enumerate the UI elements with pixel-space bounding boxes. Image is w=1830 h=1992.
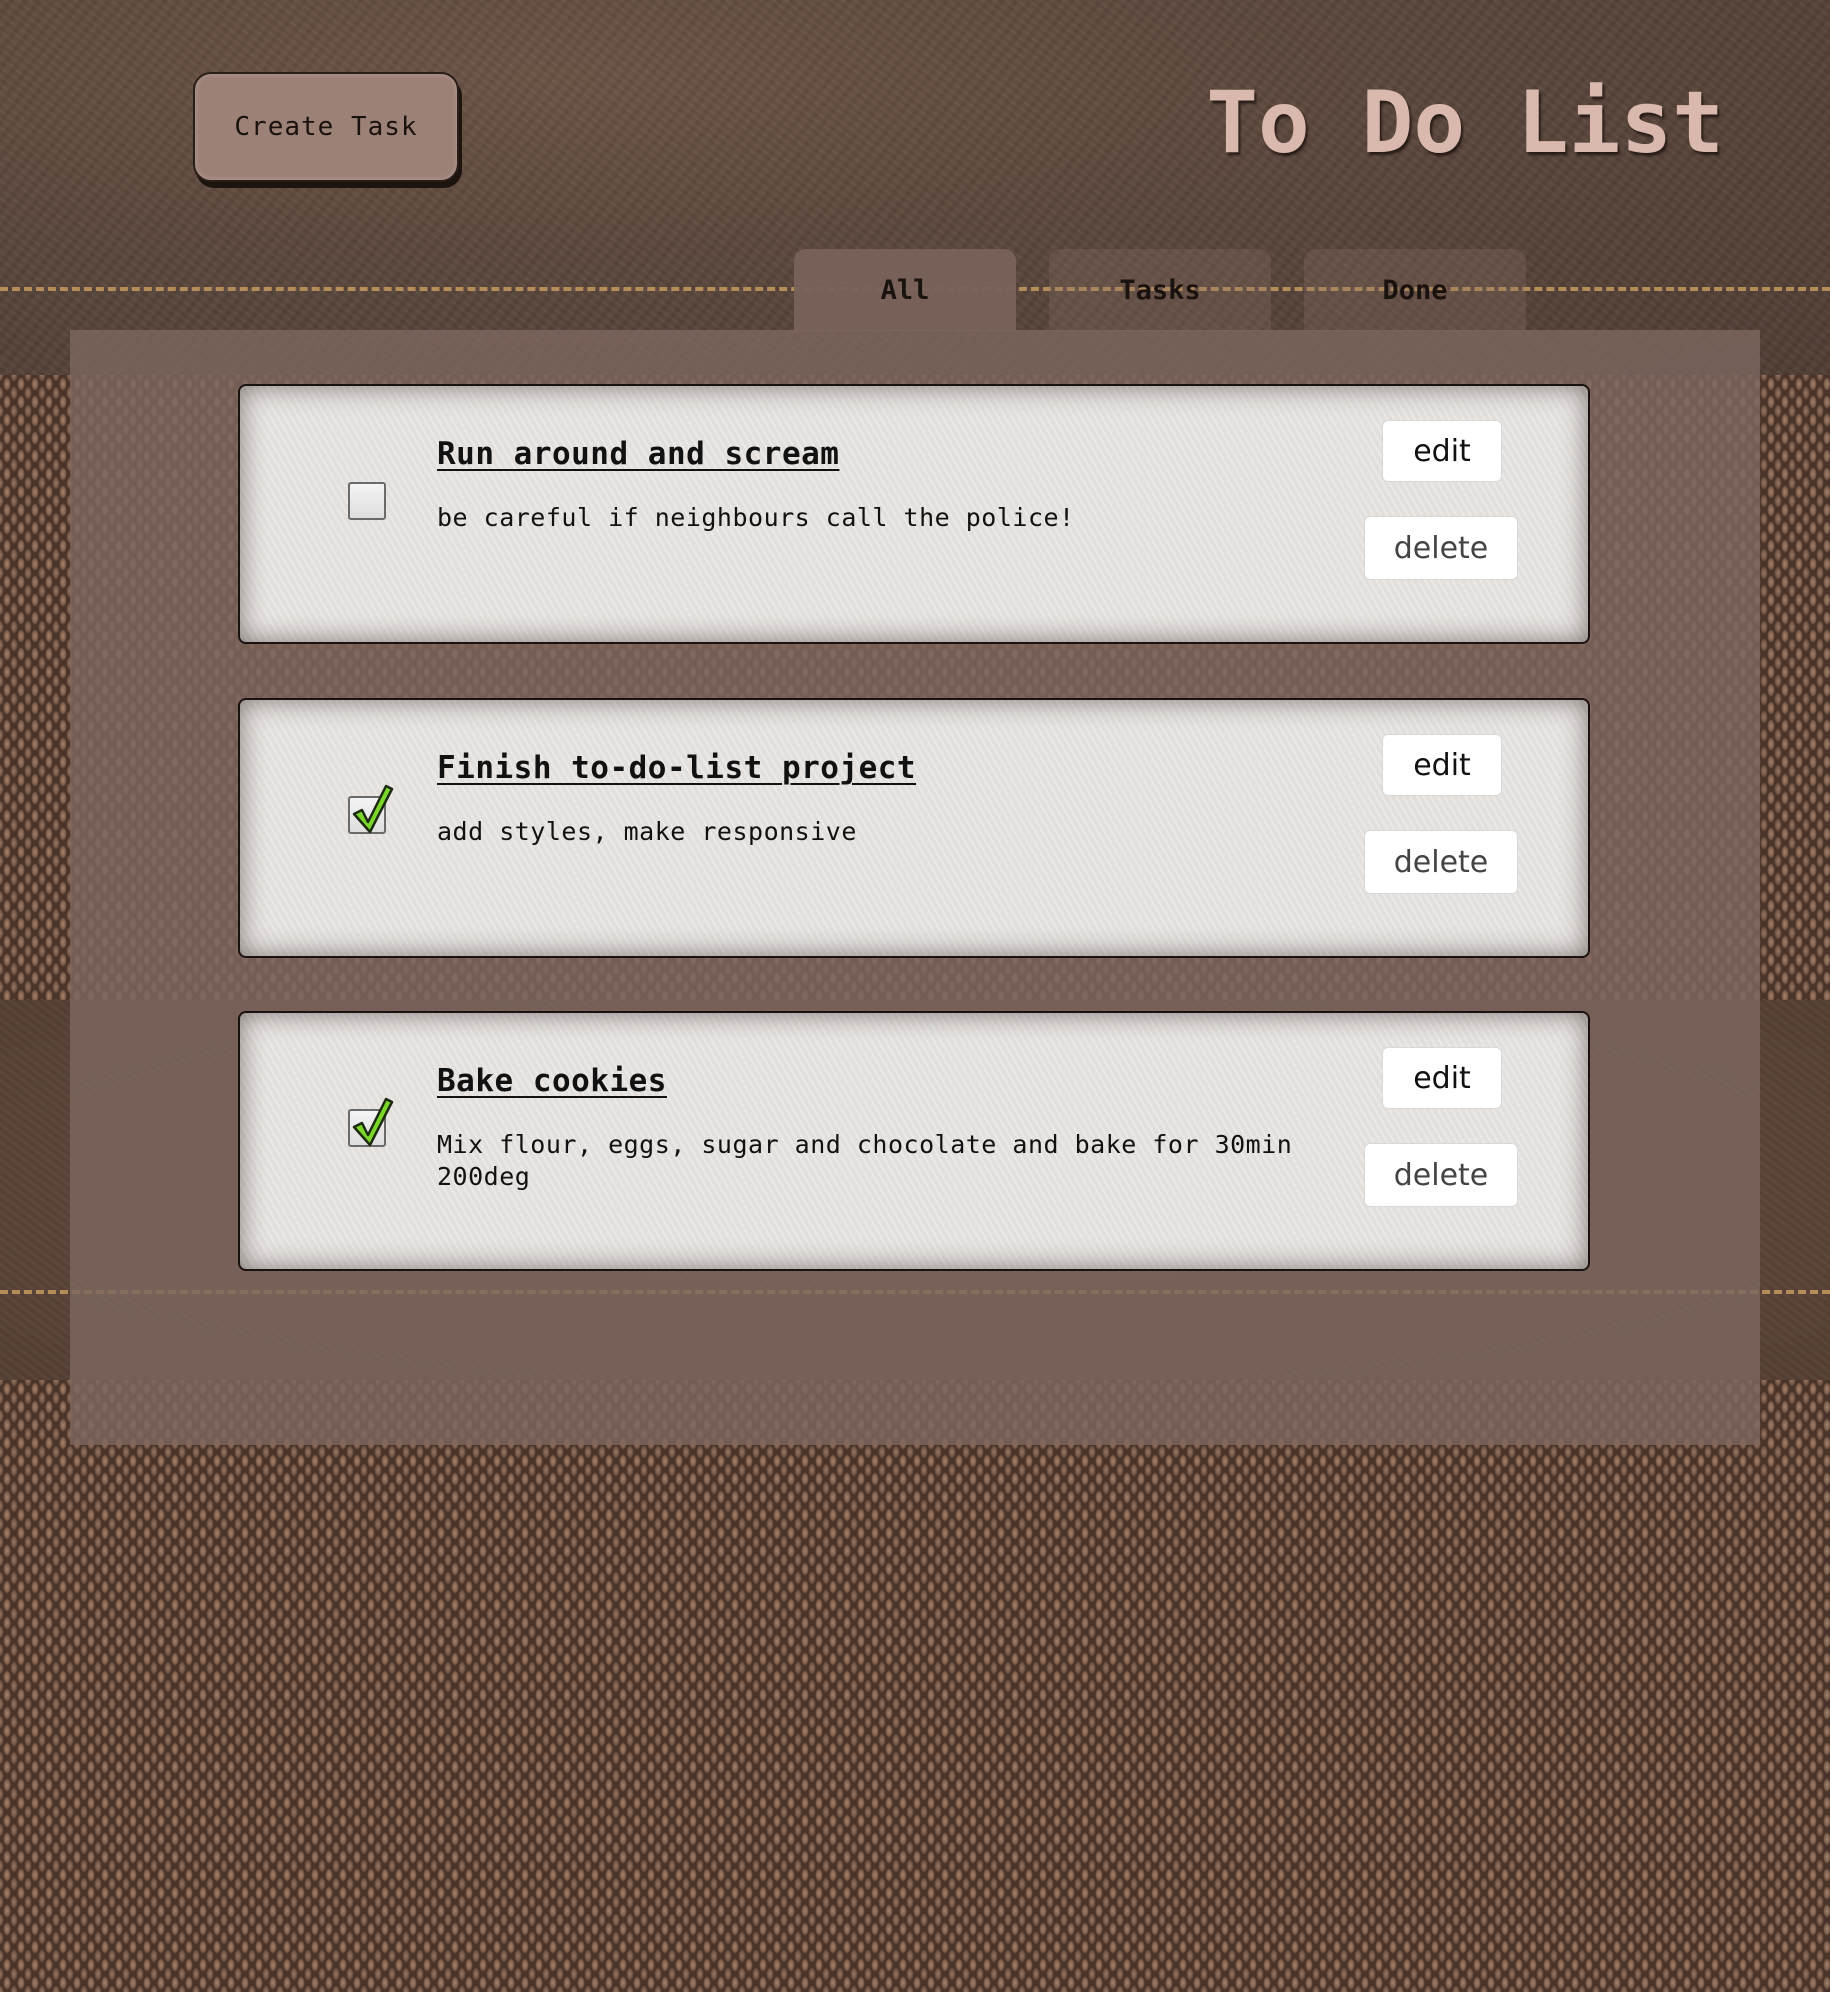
task-description: add styles, make responsive [437,817,857,846]
checkmark-icon [352,784,394,834]
filter-tabs: All Tasks Done [794,249,1526,331]
task-done-checkbox[interactable] [348,482,386,520]
task-card: Bake cookies Mix flour, eggs, sugar and … [238,1011,1590,1271]
edit-button[interactable]: edit [1382,734,1502,796]
page-title: To Do List [1206,73,1724,173]
tab-all[interactable]: All [794,249,1016,331]
create-task-button[interactable]: Create Task [193,72,459,182]
delete-button[interactable]: delete [1364,830,1518,894]
task-list-panel: Run around and scream be careful if neig… [70,330,1760,1445]
delete-button[interactable]: delete [1364,1143,1518,1207]
woven-background-bottom [0,1380,1830,1992]
edit-button[interactable]: edit [1382,420,1502,482]
task-card: Finish to-do-list project add styles, ma… [238,698,1590,958]
task-title: Finish to-do-list project [437,750,917,786]
task-done-checkbox[interactable] [348,1097,394,1147]
task-done-checkbox[interactable] [348,784,394,834]
task-description: be careful if neighbours call the police… [437,503,1075,532]
tab-done[interactable]: Done [1304,249,1526,331]
task-description: Mix flour, eggs, sugar and chocolate and… [437,1130,1293,1191]
tab-tasks[interactable]: Tasks [1049,249,1271,331]
delete-button[interactable]: delete [1364,516,1518,580]
edit-button[interactable]: edit [1382,1047,1502,1109]
task-title: Run around and scream [437,436,840,472]
task-card: Run around and scream be careful if neig… [238,384,1590,644]
checkmark-icon [352,1097,394,1147]
task-title: Bake cookies [437,1063,667,1099]
